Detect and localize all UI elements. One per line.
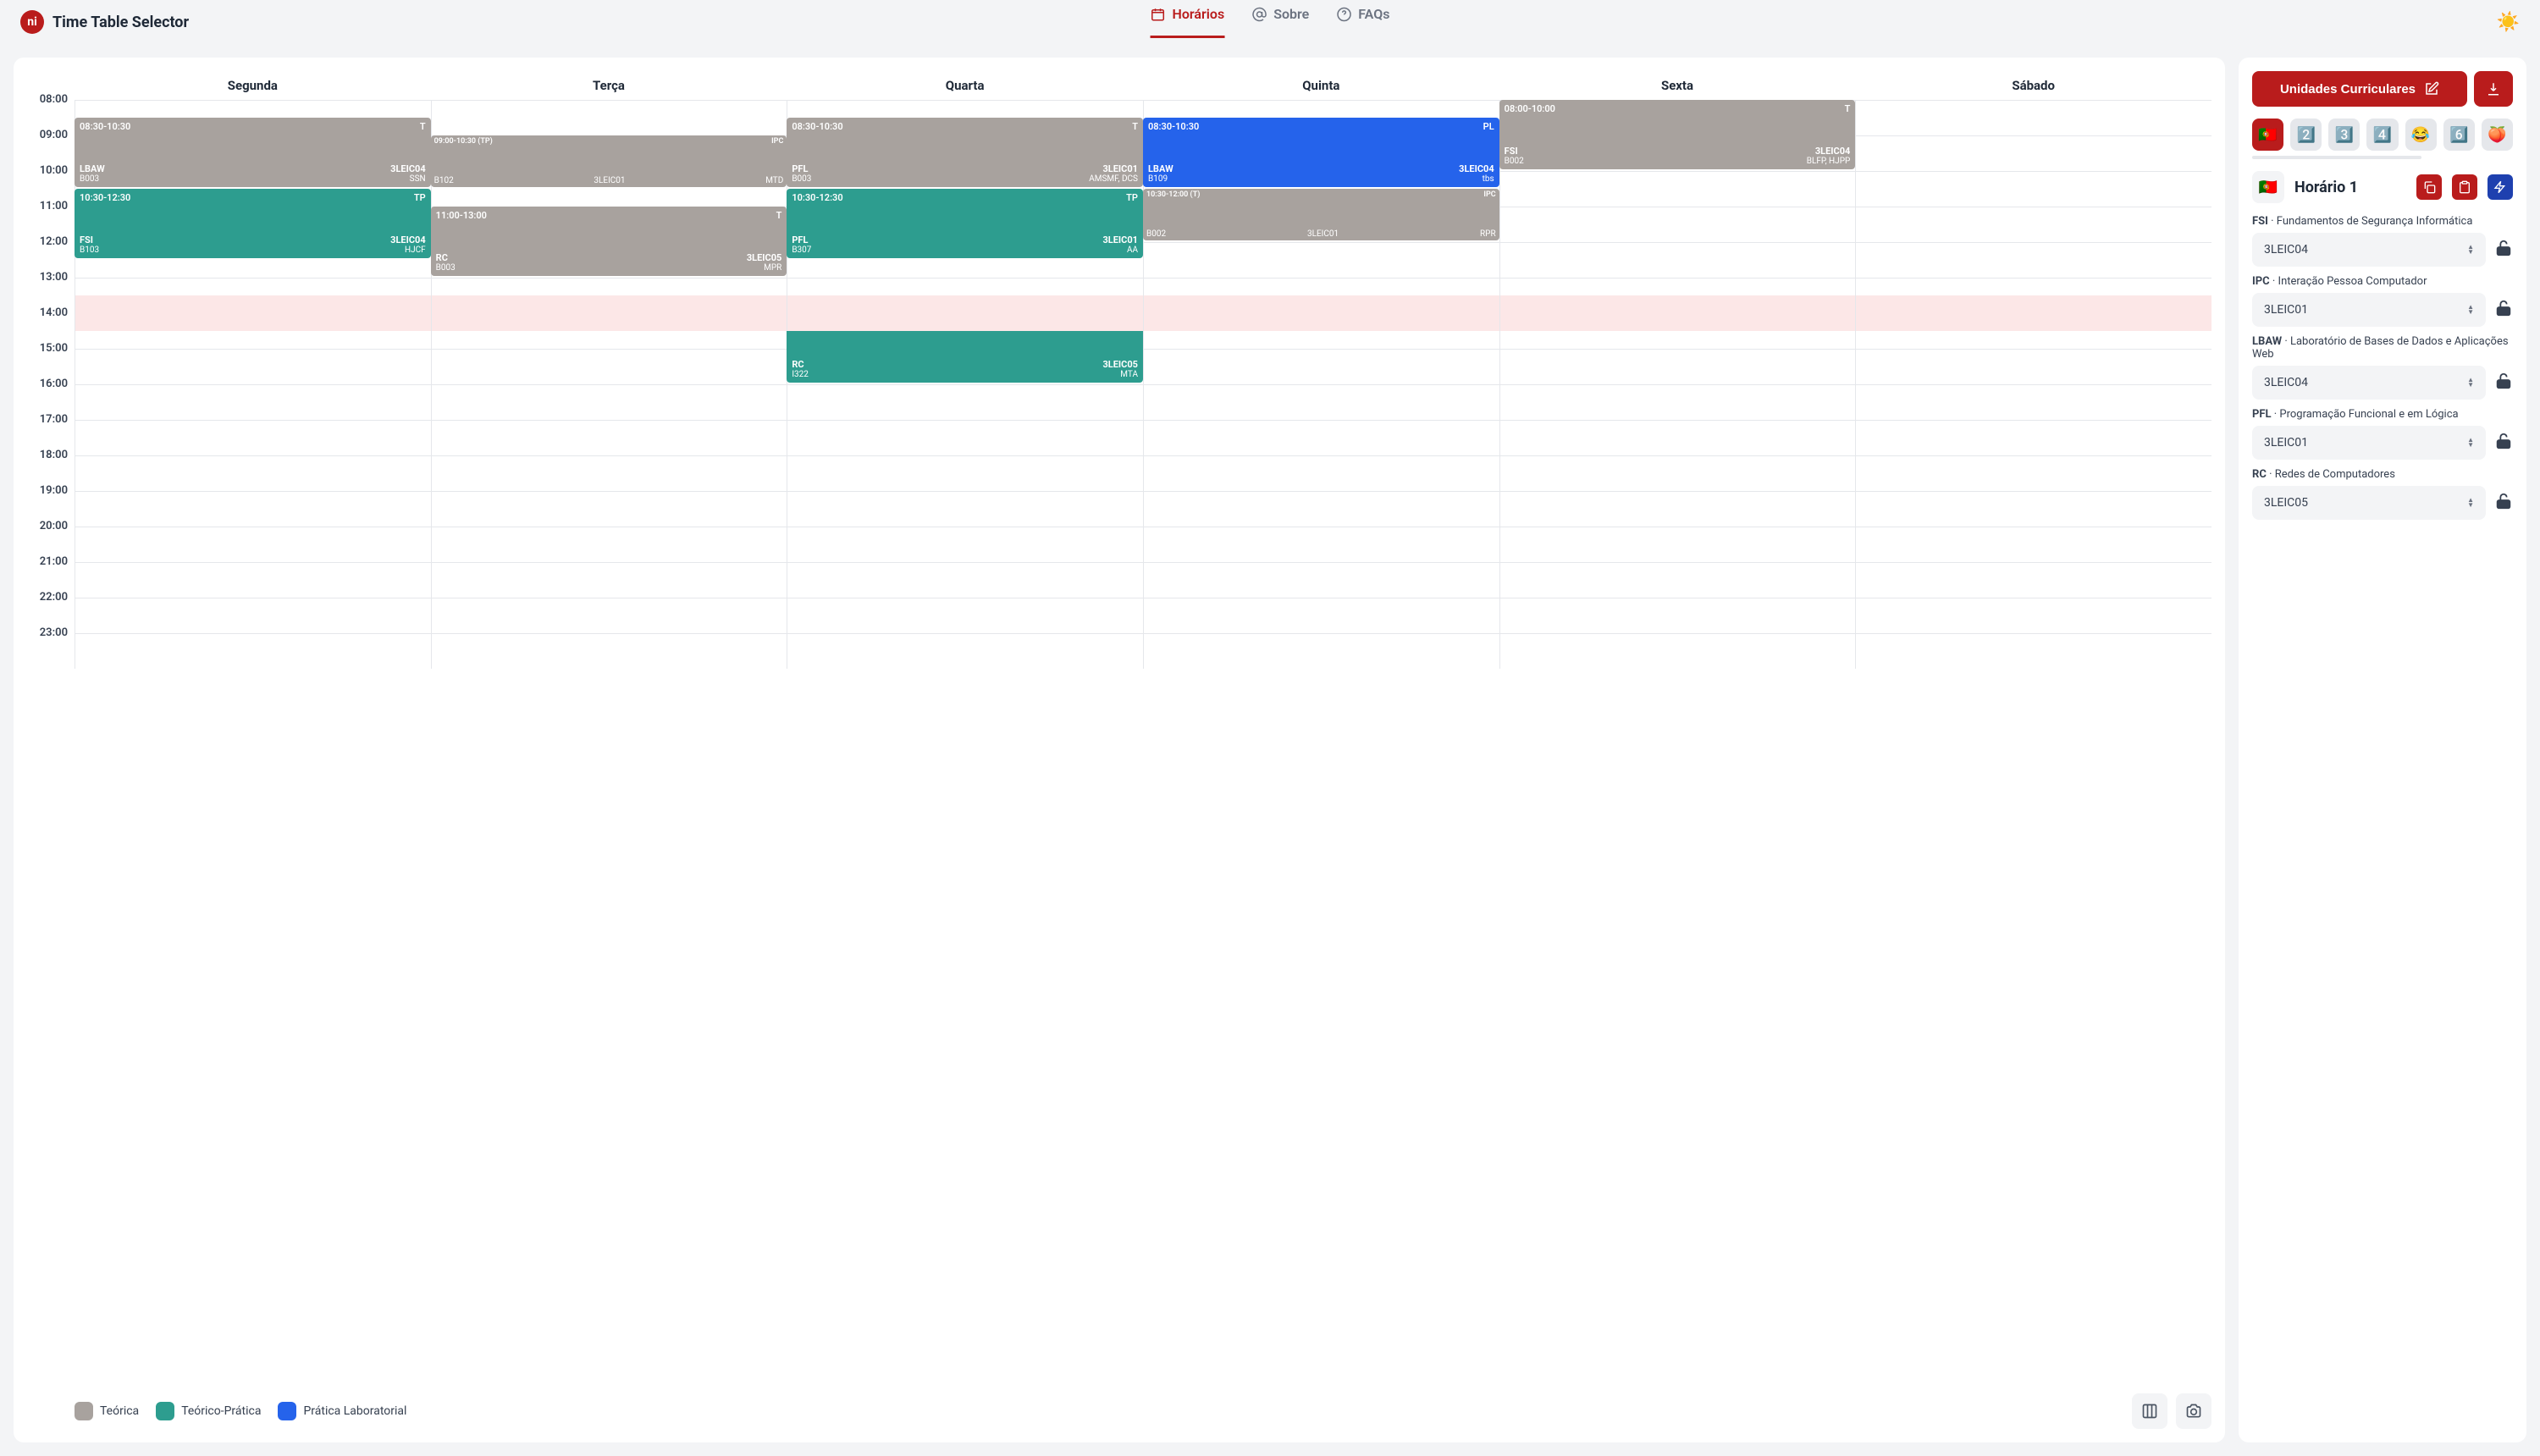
time-label: 21:00 — [27, 555, 75, 591]
nav-sobre[interactable]: Sobre — [1251, 6, 1309, 38]
event-block[interactable]: 11:00-13:00TRC3LEIC05B003MPR — [431, 207, 787, 276]
time-label: 17:00 — [27, 413, 75, 449]
tab-3[interactable]: 3️⃣ — [2328, 119, 2360, 151]
lock-icon[interactable] — [2494, 372, 2513, 394]
schedule-title: Horário 1 — [2294, 179, 2406, 196]
lock-icon[interactable] — [2494, 239, 2513, 262]
nav-faqs-label: FAQs — [1358, 6, 1389, 22]
app-title: Time Table Selector — [52, 14, 189, 31]
tab-7[interactable]: 🍑 — [2482, 119, 2513, 151]
schedule-tabs: 🇵🇹 2️⃣ 3️⃣ 4️⃣ 😂 6️⃣ 🍑 — [2252, 119, 2513, 151]
logo-icon: ni — [20, 10, 44, 34]
download-button[interactable] — [2474, 71, 2513, 107]
day-header-qua: Quarta — [787, 71, 1143, 100]
bolt-button[interactable] — [2488, 174, 2513, 200]
tabs-scrollbar[interactable] — [2252, 156, 2421, 159]
course-select-fsi[interactable]: 3LEIC04▲▼ — [2252, 233, 2486, 267]
grid-view-button[interactable] — [2132, 1393, 2167, 1429]
legend-pl: Prática Laboratorial — [278, 1402, 406, 1420]
course-select-pfl[interactable]: 3LEIC01▲▼ — [2252, 426, 2486, 460]
legend-t: Teórica — [75, 1402, 139, 1420]
unidades-button[interactable]: Unidades Curriculares — [2252, 71, 2467, 107]
logo-area: ni Time Table Selector — [20, 10, 189, 34]
event-block[interactable]: 10:30-12:00 (T)IPCB0023LEIC01RPR — [1143, 189, 1499, 240]
legend: Teórica Teórico-Prática Prática Laborato… — [27, 1383, 2211, 1429]
time-label: 10:00 — [27, 164, 75, 200]
course-select-rc[interactable]: 3LEIC05▲▼ — [2252, 486, 2486, 520]
nav-horarios-label: Horários — [1173, 6, 1225, 22]
schedule-panel: Segunda Terça Quarta Quinta Sexta Sábado… — [14, 58, 2225, 1442]
day-header-ter: Terça — [431, 71, 787, 100]
event-block[interactable]: 09:00-10:30 (TP)IPCB1023LEIC01MTD — [431, 135, 787, 187]
nav-faqs[interactable]: FAQs — [1336, 6, 1389, 38]
time-label: 11:00 — [27, 200, 75, 235]
theme-toggle[interactable]: ☀️ — [2497, 12, 2520, 33]
time-label: 16:00 — [27, 378, 75, 413]
course-label: FSI · Fundamentos de Segurança Informáti… — [2252, 215, 2513, 228]
event-block[interactable]: 08:30-10:30TPFL3LEIC01B003AMSMF, DCS — [787, 118, 1143, 187]
time-label: 18:00 — [27, 449, 75, 484]
tab-6[interactable]: 6️⃣ — [2443, 119, 2475, 151]
lock-icon[interactable] — [2494, 432, 2513, 455]
course-label: LBAW · Laboratório de Bases de Dados e A… — [2252, 335, 2513, 361]
nav-sobre-label: Sobre — [1273, 6, 1309, 22]
event-block[interactable]: 08:30-10:30TLBAW3LEIC04B003SSN — [75, 118, 431, 187]
paste-button[interactable] — [2452, 174, 2477, 200]
time-label: 08:00 — [27, 93, 75, 129]
event-block[interactable]: 10:30-12:30TPFSI3LEIC04B103HJCF — [75, 189, 431, 258]
help-icon — [1336, 7, 1351, 22]
tab-1[interactable]: 🇵🇹 — [2252, 119, 2283, 151]
event-block[interactable]: 10:30-12:30TPPFL3LEIC01B307AA — [787, 189, 1143, 258]
time-label: 12:00 — [27, 235, 75, 271]
nav-horarios[interactable]: Horários — [1151, 6, 1225, 38]
camera-button[interactable] — [2176, 1393, 2211, 1429]
event-block[interactable]: 08:30-10:30PLLBAW3LEIC04B109tbs — [1143, 118, 1499, 187]
time-label: 15:00 — [27, 342, 75, 378]
time-label: 14:00 — [27, 306, 75, 342]
calendar-icon — [1151, 7, 1166, 22]
day-header-seg: Segunda — [75, 71, 431, 100]
course-label: RC · Redes de Computadores — [2252, 468, 2513, 481]
time-label: 19:00 — [27, 484, 75, 520]
legend-tp: Teórico-Prática — [156, 1402, 261, 1420]
tab-5[interactable]: 😂 — [2405, 119, 2437, 151]
nav: Horários Sobre FAQs — [1151, 6, 1390, 38]
event-block[interactable]: 08:00-10:00TFSI3LEIC04B002BLFP, HJPP — [1499, 100, 1856, 169]
time-label: 22:00 — [27, 591, 75, 626]
tab-4[interactable]: 4️⃣ — [2366, 119, 2398, 151]
lock-icon[interactable] — [2494, 299, 2513, 322]
course-label: PFL · Programação Funcional e em Lógica — [2252, 408, 2513, 421]
schedule-flag: 🇵🇹 — [2252, 171, 2284, 203]
time-label: 23:00 — [27, 626, 75, 662]
copy-button[interactable] — [2416, 174, 2442, 200]
course-select-lbaw[interactable]: 3LEIC04▲▼ — [2252, 366, 2486, 400]
time-label: 09:00 — [27, 129, 75, 164]
day-header-qui: Quinta — [1143, 71, 1499, 100]
day-header-sab: Sábado — [1855, 71, 2211, 100]
time-label: 20:00 — [27, 520, 75, 555]
time-label: 13:00 — [27, 271, 75, 306]
course-select-ipc[interactable]: 3LEIC01▲▼ — [2252, 293, 2486, 327]
course-label: IPC · Interação Pessoa Computador — [2252, 275, 2513, 288]
at-icon — [1251, 7, 1267, 22]
sidebar: Unidades Curriculares 🇵🇹 2️⃣ 3️⃣ 4️⃣ 😂 6… — [2239, 58, 2526, 1442]
tab-2[interactable]: 2️⃣ — [2290, 119, 2322, 151]
day-header-sex: Sexta — [1499, 71, 1856, 100]
lock-icon[interactable] — [2494, 492, 2513, 515]
header: ni Time Table Selector Horários Sobre — [0, 0, 2540, 44]
